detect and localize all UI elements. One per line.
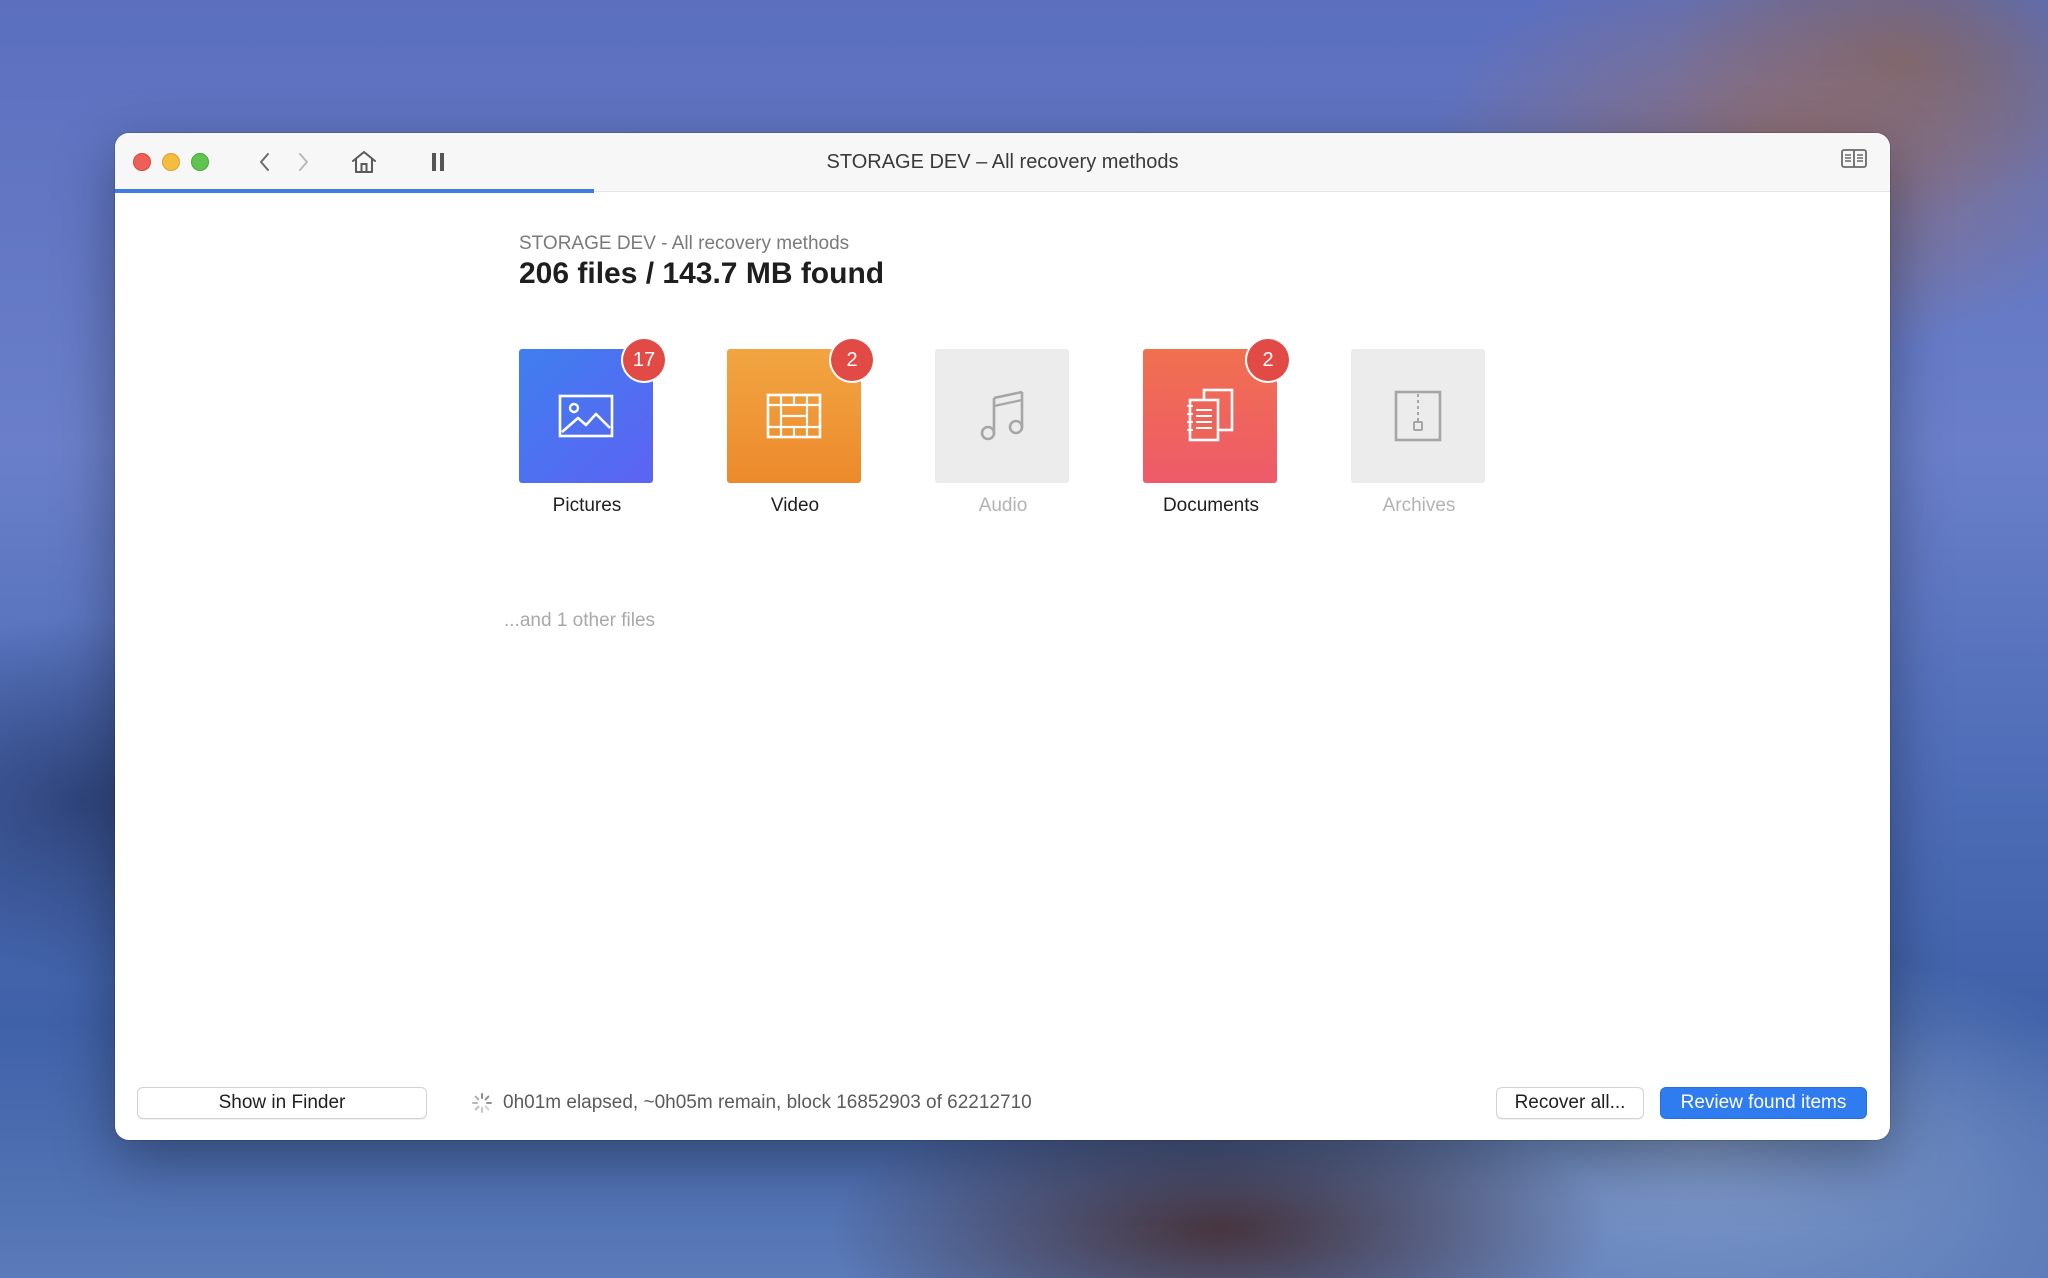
footer-bar: Show in Finder 0h01m elapsed, ~0h05m rem… bbox=[115, 1070, 1890, 1140]
recover-all-button[interactable]: Recover all... bbox=[1496, 1087, 1644, 1119]
documents-label: Documents bbox=[1162, 495, 1260, 516]
sidebar-toggle-button[interactable] bbox=[1840, 147, 1868, 176]
other-files-link[interactable]: ...and 1 other files bbox=[504, 610, 655, 632]
show-in-finder-button[interactable]: Show in Finder bbox=[137, 1087, 427, 1119]
documents-icon bbox=[1187, 388, 1234, 442]
category-archives: Archives bbox=[1351, 349, 1487, 517]
app-window: STORAGE DEV – All recovery methods STORA… bbox=[115, 133, 1890, 1140]
zip-archive-icon bbox=[1394, 390, 1442, 442]
pictures-count-badge: 17 bbox=[623, 339, 665, 381]
scan-results: STORAGE DEV - All recovery methods 206 f… bbox=[115, 193, 1890, 1140]
music-note-icon bbox=[980, 390, 1024, 441]
archives-tile bbox=[1351, 349, 1485, 483]
scan-subtitle: STORAGE DEV - All recovery methods bbox=[519, 233, 850, 254]
category-video[interactable]: 2 Video bbox=[727, 339, 873, 517]
film-icon bbox=[766, 393, 822, 439]
audio-tile bbox=[935, 349, 1069, 483]
category-documents[interactable]: 2 Documents bbox=[1143, 339, 1289, 517]
book-icon bbox=[1841, 149, 1867, 168]
pictures-label: Pictures bbox=[552, 495, 622, 516]
window-title: STORAGE DEV – All recovery methods bbox=[826, 151, 1179, 173]
video-label: Video bbox=[770, 495, 820, 516]
category-pictures[interactable]: 17 Pictures bbox=[519, 339, 665, 517]
category-audio: Audio bbox=[935, 349, 1071, 517]
picture-icon bbox=[558, 394, 614, 438]
spinner-icon bbox=[472, 1093, 492, 1113]
documents-count-badge: 2 bbox=[1247, 339, 1289, 381]
titlebar: STORAGE DEV – All recovery methods bbox=[115, 133, 1890, 192]
audio-label: Audio bbox=[978, 495, 1028, 516]
video-count-badge: 2 bbox=[831, 339, 873, 381]
review-found-items-button[interactable]: Review found items bbox=[1660, 1087, 1867, 1119]
archives-label: Archives bbox=[1382, 495, 1456, 516]
scan-status: 0h01m elapsed, ~0h05m remain, block 1685… bbox=[471, 1092, 1032, 1114]
scan-status-text: 0h01m elapsed, ~0h05m remain, block 1685… bbox=[503, 1092, 1032, 1113]
found-summary: 206 files / 143.7 MB found bbox=[519, 257, 885, 290]
